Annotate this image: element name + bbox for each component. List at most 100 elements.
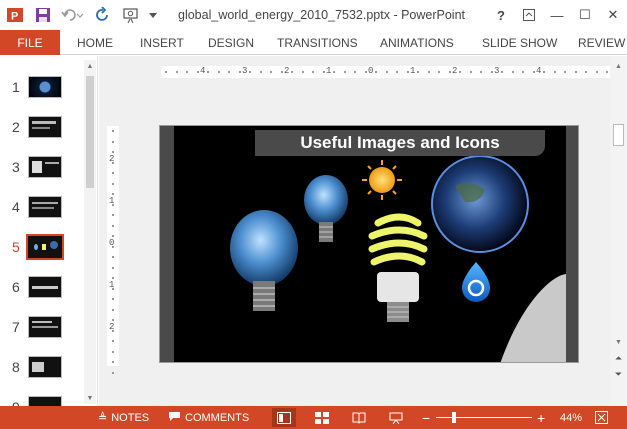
slide-editor[interactable]: 4 3 2 1 0 1 2 3 4 2 1 0 1 2 Useful Image… <box>99 56 611 406</box>
window-title: global_world_energy_2010_7532.pptx - Pow… <box>178 8 466 22</box>
zoom-level[interactable]: 44% <box>560 406 582 429</box>
slide-number: 3 <box>12 159 20 175</box>
ruler-tick <box>385 71 388 73</box>
tab-slide-show[interactable]: SLIDE SHOW <box>482 30 557 55</box>
ruler-tick <box>406 71 409 73</box>
redo-icon[interactable] <box>92 4 114 26</box>
slide-number: 9 <box>12 399 20 406</box>
previous-slide-icon[interactable]: ⏶ <box>612 352 625 365</box>
ruler-tick <box>501 71 503 73</box>
notes-button[interactable]: ≜ NOTES <box>98 406 149 429</box>
ruler-tick <box>543 71 545 73</box>
ruler-tick <box>238 71 241 73</box>
ruler-tick <box>259 71 262 73</box>
ruler-tick <box>595 71 598 73</box>
ruler-tick <box>270 71 272 73</box>
slide-thumbnail-6[interactable]: 6 <box>0 273 84 303</box>
normal-view-icon[interactable] <box>272 408 296 427</box>
notes-label: NOTES <box>111 411 150 424</box>
slide-number: 5 <box>12 239 20 255</box>
ruler-label: 2 <box>284 66 290 76</box>
comments-button[interactable]: COMMENTS <box>168 406 249 429</box>
scroll-down-arrow-icon[interactable]: ▼ <box>84 392 96 404</box>
ruler-tick <box>112 350 114 353</box>
scrollbar-thumb[interactable] <box>86 76 94 188</box>
slide-show-view-icon[interactable] <box>384 408 408 427</box>
slide-thumbnail-8[interactable]: 8 <box>0 353 84 383</box>
slide-preview <box>28 356 62 378</box>
ruler-tick <box>175 71 178 73</box>
slide-thumbnail-1[interactable]: 1 <box>0 73 84 103</box>
slide-title[interactable]: Useful Images and Icons <box>255 130 545 156</box>
ruler-tick <box>112 203 114 206</box>
ruler-tick <box>112 319 114 321</box>
zoom-slider-thumb[interactable] <box>452 412 456 423</box>
tab-file[interactable]: FILE <box>0 30 60 55</box>
slide-thumbnail-7[interactable]: 7 <box>0 313 84 343</box>
ruler-tick <box>165 71 167 73</box>
ruler-tick <box>112 308 114 311</box>
slide-preview <box>28 116 62 138</box>
ruler-label: 1 <box>410 66 416 76</box>
slide-thumbnail-4[interactable]: 4 <box>0 193 84 223</box>
undo-icon[interactable] <box>60 4 86 26</box>
reading-view-icon[interactable] <box>347 408 371 427</box>
start-from-beginning-icon[interactable] <box>120 4 142 26</box>
tab-review[interactable]: REVIEW <box>578 30 625 55</box>
ruler-tick <box>606 71 608 73</box>
next-slide-icon[interactable]: ⏷ <box>612 368 625 381</box>
zoom-slider[interactable] <box>436 417 532 418</box>
vertical-ruler: 2 1 0 1 2 <box>107 126 119 374</box>
ruler-tick <box>112 235 114 237</box>
slide-canvas[interactable]: Useful Images and Icons <box>159 125 579 363</box>
tab-insert[interactable]: INSERT <box>140 30 184 55</box>
powerpoint-logo-icon[interactable]: P <box>4 4 26 26</box>
ribbon-display-options-icon[interactable] <box>515 0 543 30</box>
ribbon-tabs: FILE HOME INSERT DESIGN TRANSITIONS ANIM… <box>0 30 627 55</box>
slide-number: 7 <box>12 319 20 335</box>
ruler-tick <box>112 298 114 300</box>
slide-sorter-view-icon[interactable] <box>310 408 334 427</box>
tab-design[interactable]: DESIGN <box>208 30 254 55</box>
ruler-tick <box>553 71 556 73</box>
title-bar: P global_world_energy_2010_7532.pptx - P… <box>0 0 627 30</box>
tab-home[interactable]: HOME <box>77 30 113 55</box>
slide-thumbnail-2[interactable]: 2 <box>0 113 84 143</box>
ruler-label: 2 <box>452 66 458 76</box>
close-button[interactable]: ✕ <box>599 0 627 30</box>
maximize-button[interactable]: ☐ <box>571 0 599 30</box>
zoom-in-button[interactable]: + <box>537 406 545 429</box>
ruler-tick <box>375 71 377 73</box>
fit-slide-to-window-icon[interactable] <box>595 406 608 429</box>
slide-number: 2 <box>12 119 20 135</box>
minimize-button[interactable]: — <box>543 0 571 30</box>
help-button[interactable]: ? <box>487 0 515 30</box>
ruler-tick <box>301 71 304 73</box>
ruler-tick <box>112 140 114 143</box>
ruler-tick <box>112 130 114 132</box>
slide-number: 8 <box>12 359 20 375</box>
slide-thumbnail-5[interactable]: 5 <box>0 233 84 263</box>
zoom-out-button[interactable]: − <box>422 406 430 429</box>
ruler-label: 1 <box>326 66 332 76</box>
customize-qat-icon[interactable] <box>148 4 158 26</box>
scroll-up-arrow-icon[interactable]: ▲ <box>84 60 96 72</box>
ruler-tick <box>112 151 114 153</box>
scrollbar-thumb[interactable] <box>613 124 624 146</box>
horizontal-ruler: 4 3 2 1 0 1 2 3 4 <box>161 66 611 78</box>
slide-thumbnail-3[interactable]: 3 <box>0 153 84 183</box>
scroll-up-arrow-icon[interactable]: ▲ <box>612 60 625 72</box>
ruler-tick <box>396 71 398 73</box>
ruler-label: 0 <box>368 66 374 76</box>
save-icon[interactable] <box>32 4 54 26</box>
ruler-tick <box>112 224 114 227</box>
editor-scrollbar[interactable]: ▲ ▼ ⏶ ⏷ <box>610 56 627 406</box>
tab-animations[interactable]: ANIMATIONS <box>380 30 454 55</box>
slide-thumbnail-9[interactable]: 9 <box>0 393 84 406</box>
ruler-tick <box>333 71 335 73</box>
ruler-tick <box>312 71 314 73</box>
slide-preview <box>28 316 62 338</box>
scroll-down-arrow-icon[interactable]: ▼ <box>612 336 625 348</box>
thumbnail-scrollbar[interactable]: ▲ ▼ <box>84 60 96 404</box>
tab-transitions[interactable]: TRANSITIONS <box>277 30 358 55</box>
